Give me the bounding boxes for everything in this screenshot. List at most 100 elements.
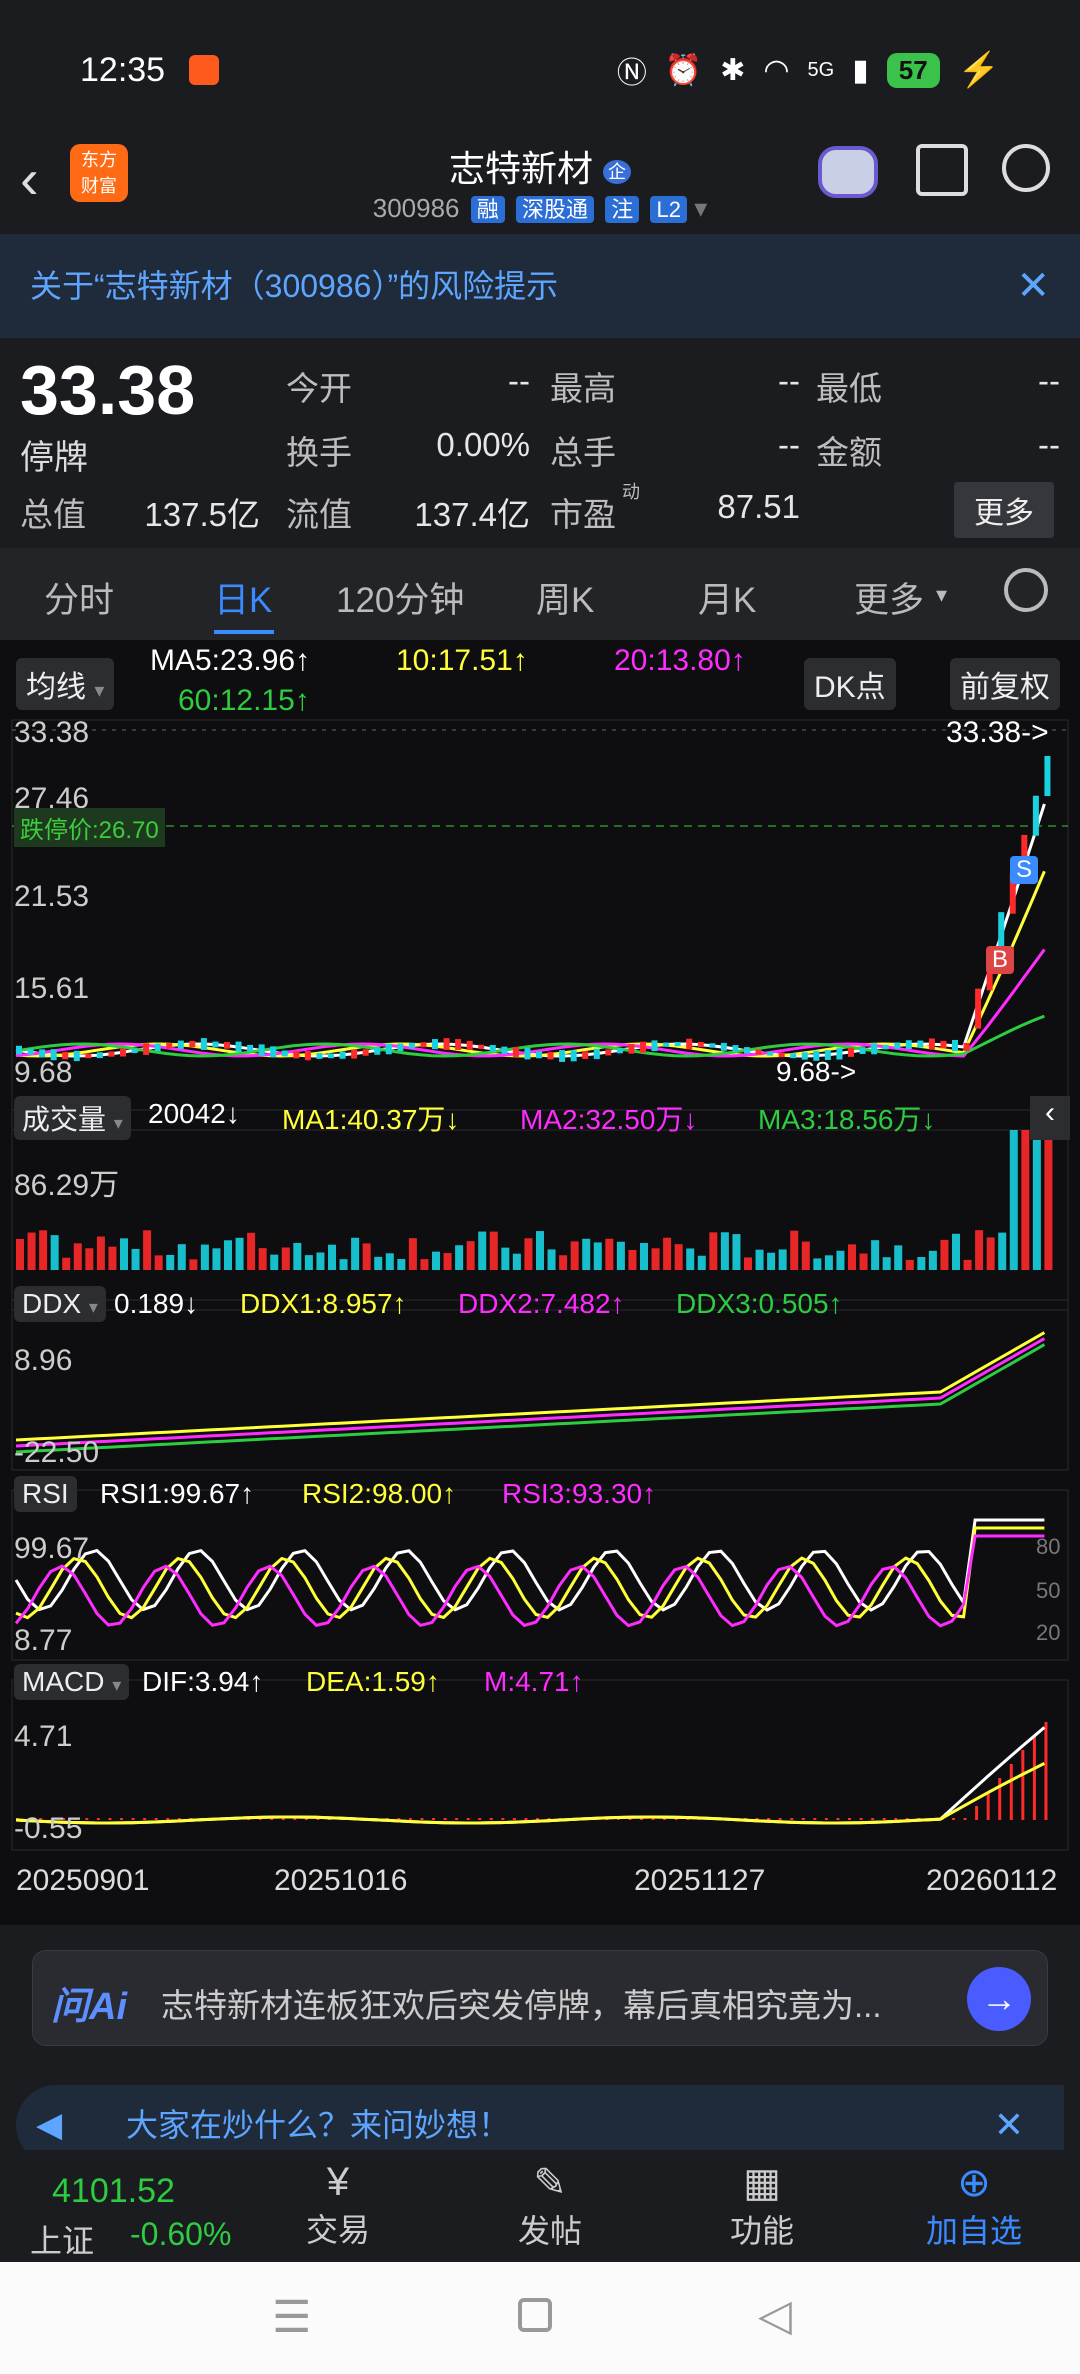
volume-bar	[501, 1247, 510, 1270]
candle	[697, 1041, 704, 1048]
volume-bar	[720, 1232, 729, 1270]
volume-bar	[686, 1248, 695, 1270]
volume-ma3: MA3:18.56万↓	[758, 1104, 936, 1135]
candle	[859, 1047, 866, 1054]
buy-marker[interactable]: B	[986, 946, 1015, 974]
robot-assistant-icon[interactable]	[818, 146, 878, 198]
last-price-tag: 33.38->	[946, 716, 1049, 749]
ddx-selector-button[interactable]: DDX ▾	[14, 1286, 106, 1322]
settings-icon[interactable]	[1004, 568, 1048, 612]
candle	[616, 1048, 623, 1054]
tab-daily-k[interactable]: 日K	[214, 572, 272, 623]
volume-bar	[1009, 1130, 1018, 1270]
back-nav-icon[interactable]: ◁	[758, 2290, 792, 2341]
volume-bar	[917, 1257, 926, 1270]
rsi3-value: RSI3:93.30↑	[502, 1478, 657, 1509]
volume-bar	[281, 1247, 290, 1270]
market-cap-label: 总值	[20, 496, 86, 533]
macd-bar	[848, 1818, 851, 1820]
candle	[362, 1049, 369, 1056]
ai-question-text: 志特新材连板狂欢后突发停牌，幕后真相究竟为...	[161, 1987, 882, 2024]
menu-icon[interactable]: ☰	[272, 2292, 311, 2343]
tab-more[interactable]: 更多	[854, 572, 924, 623]
candle	[212, 1041, 219, 1048]
candle	[928, 1038, 935, 1050]
stock-code-line[interactable]: 300986 融 深股通 注 L2 ▾	[0, 192, 1080, 224]
nfc-icon: Ⓝ	[616, 57, 647, 90]
risk-banner[interactable]: 关于“志特新材（300986）”的风险提示 ✕	[0, 234, 1080, 338]
volume-bar	[986, 1237, 995, 1270]
candle	[455, 1039, 462, 1050]
low-value: --	[1038, 362, 1060, 399]
close-icon[interactable]: ✕	[1016, 234, 1050, 338]
rsi-axis-top: 99.67	[14, 1532, 90, 1565]
tag-registration: 注	[605, 196, 640, 223]
tab-120min[interactable]: 120分钟	[336, 572, 464, 623]
macd-selector-label: MACD	[22, 1666, 105, 1697]
candle	[640, 1041, 646, 1053]
candle	[420, 1042, 427, 1048]
share-icon[interactable]	[916, 144, 968, 196]
high-value: --	[778, 362, 800, 399]
candle	[16, 1045, 22, 1055]
rsi-selector-button[interactable]: RSI	[14, 1476, 77, 1512]
candle	[131, 1048, 138, 1054]
index-value[interactable]: 4101.52	[52, 2172, 175, 2211]
volume-bar	[813, 1258, 822, 1270]
volume-selector-button[interactable]: 成交量 ▾	[14, 1096, 131, 1140]
macd-bar	[813, 1818, 817, 1820]
tab-intraday[interactable]: 分时	[44, 572, 114, 623]
rsi-level-80: 80	[1036, 1534, 1061, 1559]
index-change[interactable]: -0.60%	[130, 2216, 231, 2253]
volume-bar	[108, 1246, 117, 1270]
ai-question-bar[interactable]: 问Ai 志特新材连板狂欢后突发停牌，幕后真相究竟为... →	[32, 1950, 1048, 2046]
volume-bar	[73, 1243, 82, 1270]
rsi1-value: RSI1:99.67↑	[100, 1478, 255, 1509]
price-axis-label: 9.68	[14, 1056, 73, 1089]
price-axis-label: 21.53	[14, 880, 90, 913]
macd-bar	[455, 1818, 459, 1820]
last-price: 33.38	[20, 351, 196, 429]
rsi-level-20: 20	[1036, 1620, 1061, 1645]
macd-bar	[524, 1818, 528, 1820]
trade-icon: ¥	[326, 2160, 350, 2204]
tag-level2: L2	[650, 196, 687, 223]
rsi2-value: RSI2:98.00↑	[302, 1478, 457, 1509]
nav-trade[interactable]: ¥ 交易	[238, 2150, 438, 2251]
turnover-label: 换手	[286, 434, 352, 471]
kline-chart[interactable]: 均线 ▾ MA5:23.96↑ 10:17.51↑ 20:13.80↑ 60:1…	[0, 640, 1080, 1925]
ddx-caret-icon: ▾	[88, 1297, 98, 1317]
macd-selector-button[interactable]: MACD ▾	[14, 1664, 130, 1700]
tab-monthly-k[interactable]: 月K	[698, 572, 756, 623]
volume-bar	[1044, 1130, 1053, 1270]
candle	[432, 1039, 438, 1050]
volume-axis-max: 86.29万	[14, 1169, 120, 1202]
nav-function[interactable]: ▦ 功能	[662, 2150, 862, 2252]
candle	[882, 1044, 889, 1050]
candle	[328, 1053, 334, 1059]
more-button[interactable]: 更多	[954, 482, 1054, 538]
ddx-axis-bottom: -22.50	[14, 1436, 100, 1469]
volume-bar	[940, 1239, 949, 1270]
candle	[524, 1047, 531, 1060]
collapse-icon[interactable]: ‹	[1030, 1096, 1070, 1140]
nav-add-watch[interactable]: ⊕ 加自选	[874, 2150, 1074, 2252]
sell-marker[interactable]: S	[1010, 856, 1039, 884]
index-name[interactable]: 上证	[30, 2216, 94, 2262]
candle	[651, 1040, 658, 1052]
volume-value: 20042↓	[148, 1098, 240, 1129]
macd-bar	[420, 1818, 424, 1820]
volume-bar	[640, 1242, 648, 1270]
macd-axis-bottom: -0.55	[14, 1812, 83, 1845]
tab-weekly-k[interactable]: 周K	[536, 572, 594, 623]
search-icon[interactable]	[1002, 144, 1050, 192]
nav-post[interactable]: ✎ 发帖	[450, 2150, 650, 2252]
arrow-right-icon[interactable]: →	[967, 1967, 1031, 2031]
macd-bar	[85, 1818, 89, 1820]
volume-bar	[489, 1231, 498, 1270]
candle	[154, 1043, 161, 1052]
home-icon[interactable]	[518, 2298, 552, 2332]
macd-bar	[801, 1818, 805, 1820]
volume-bar	[224, 1240, 232, 1270]
candle	[73, 1050, 80, 1062]
